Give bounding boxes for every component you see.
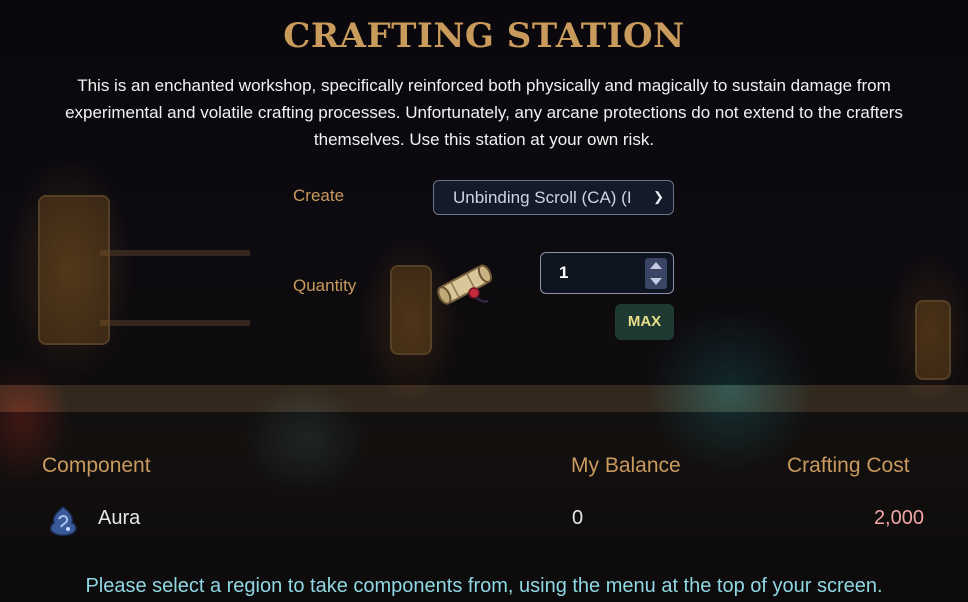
max-button[interactable]: MAX (615, 304, 674, 340)
divider-band (0, 385, 968, 412)
page-description: This is an enchanted workshop, specifica… (65, 76, 903, 149)
decrement-icon[interactable] (650, 278, 662, 285)
create-select[interactable]: Unbinding Scroll (CA) (I ❯ (433, 180, 674, 215)
lantern-right (915, 300, 951, 380)
chevron-down-icon: ❯ (653, 189, 664, 204)
lantern-left (38, 195, 110, 345)
lantern-center (390, 265, 432, 355)
quantity-label: Quantity (293, 276, 357, 295)
region-hint: Please select a region to take component… (85, 575, 883, 597)
create-select-value: Unbinding Scroll (CA) (I (453, 188, 632, 207)
row-component-name: Aura (98, 507, 141, 529)
shelf (100, 250, 250, 256)
row-crafting-cost: 2,000 (873, 507, 924, 529)
column-header-component: Component (42, 454, 151, 477)
increment-icon[interactable] (650, 262, 662, 269)
row-balance: 0 (572, 507, 584, 529)
page-title: CRAFTING STATION (283, 16, 685, 56)
shelf (100, 320, 250, 326)
column-header-cost: Crafting Cost (787, 454, 910, 477)
create-label: Create (293, 186, 345, 205)
column-header-balance: My Balance (571, 454, 681, 477)
lower-shade (0, 412, 968, 602)
scroll-icon (437, 264, 493, 305)
quantity-spinner[interactable] (645, 258, 667, 289)
quantity-stepper[interactable]: 1 (540, 252, 674, 294)
quantity-value[interactable]: 1 (559, 263, 568, 283)
aura-icon (49, 506, 77, 536)
